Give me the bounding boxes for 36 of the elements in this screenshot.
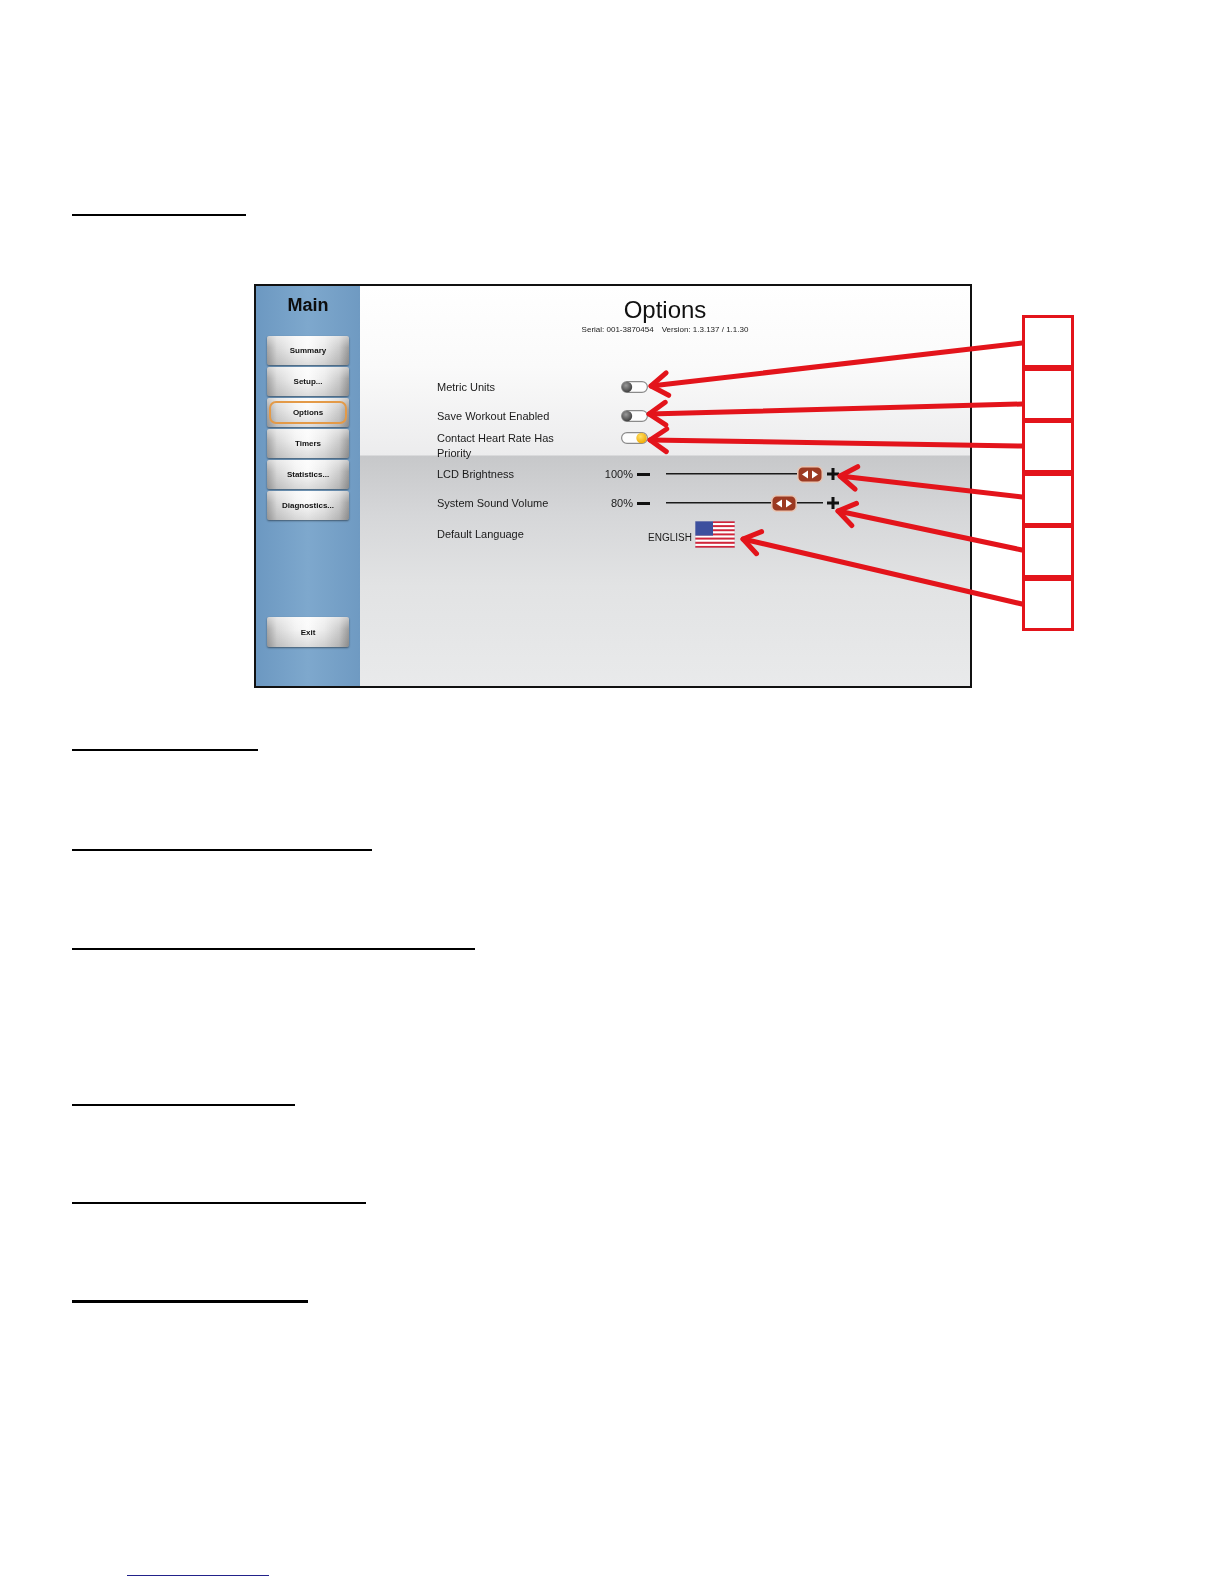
toggle-switch[interactable] — [621, 381, 648, 393]
language-value: ENGLISH — [648, 532, 692, 544]
flag-icon[interactable] — [694, 520, 735, 548]
panel-title: Options — [623, 297, 707, 323]
setting-label: Default Language — [437, 526, 524, 542]
setting-label: Metric Units — [437, 379, 496, 395]
minus-icon[interactable] — [637, 501, 650, 505]
setting-label: Contact Heart Rate Has Priority — [437, 430, 555, 461]
slider-thumb[interactable] — [797, 465, 823, 483]
sidebar-menu-button[interactable]: Timers — [267, 429, 349, 458]
setting-label: Save Workout Enabled — [437, 408, 550, 424]
slider-value: 80% — [610, 495, 633, 511]
sidebar-menu-button[interactable]: Options — [267, 398, 349, 427]
plus-icon[interactable] — [827, 497, 839, 509]
minus-icon[interactable] — [637, 472, 650, 476]
sidebar-title: Main — [287, 294, 329, 316]
callout-box — [1022, 472, 1074, 526]
toggle-switch[interactable] — [621, 410, 648, 422]
callout-box — [1022, 367, 1074, 421]
callout-box — [1022, 315, 1074, 368]
plus-icon[interactable] — [827, 468, 839, 480]
serial-number-text: Serial: 001-3870454 — [581, 325, 654, 335]
setting-label: System Sound Volume — [437, 495, 549, 511]
setting-label: LCD Brightness — [437, 466, 515, 482]
callout-box — [1022, 525, 1074, 578]
sidebar-menu-button[interactable]: Statistics... — [267, 460, 349, 489]
sidebar-menu-button[interactable]: Diagnostics... — [267, 491, 349, 520]
slider-thumb[interactable] — [770, 494, 797, 512]
version-text: Version: 1.3.137 / 1.1.30 — [661, 325, 749, 335]
exit-button[interactable]: Exit — [267, 617, 349, 647]
callout-box — [1022, 577, 1074, 631]
slider-value: 100% — [604, 466, 633, 482]
callout-box — [1022, 420, 1074, 473]
sidebar-menu-button[interactable]: Setup... — [267, 367, 349, 396]
sidebar-menu-button[interactable]: Summary — [267, 336, 349, 365]
toggle-switch[interactable] — [621, 432, 648, 444]
